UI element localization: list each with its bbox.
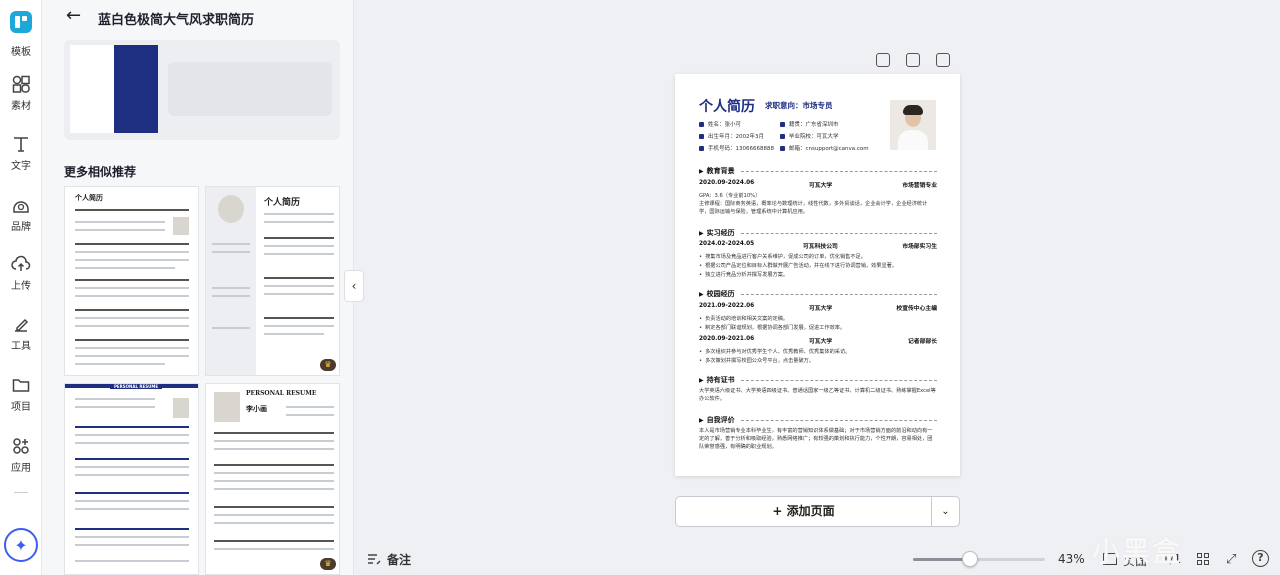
add-page-button[interactable]: + 添加页面 xyxy=(675,496,932,527)
folder-icon xyxy=(12,379,30,392)
info-phone: 手机号码：13066668888 xyxy=(699,144,774,152)
rail-label: 工具 xyxy=(11,341,31,352)
info-hometown: 籍贯：广东省深圳市 xyxy=(780,120,839,128)
page-toolbar xyxy=(876,52,956,70)
section-rule xyxy=(741,380,937,381)
upload-icon xyxy=(11,255,31,271)
rail-item-elements[interactable]: 素材 xyxy=(0,74,42,112)
template-panel: ← 蓝白色极简大气风求职简历 更多相似推荐 个人简历 个人简历 ♛ PERSON… xyxy=(42,0,354,575)
chevron-down-icon: ⌄ xyxy=(941,506,950,517)
template-title: PERSONAL RESUME xyxy=(246,390,317,397)
add-page-icon[interactable] xyxy=(936,53,950,67)
rail-item-projects[interactable]: 项目 xyxy=(0,375,42,413)
campus-row: 2021.09-2022.06 可瓦大学 校宣传中心主编 xyxy=(699,303,937,312)
rail-label: 品牌 xyxy=(11,222,31,233)
template-title: 个人简历 xyxy=(264,198,301,208)
rail-item-brand[interactable]: 品牌 xyxy=(0,195,42,233)
internship-bullet: 根据公司产品定位和目标人群做开展广告活动，并在线下进行协调营销，效果显著。 xyxy=(699,262,937,270)
section-education: 教育背景 xyxy=(699,166,735,176)
add-page-dropdown[interactable]: ⌄ xyxy=(932,496,960,527)
info-birth: 出生年月：2002年3月 xyxy=(699,132,764,140)
fullscreen-icon[interactable]: ⤢ xyxy=(1226,552,1236,567)
info-email: 邮箱：cnsupport@canva.com xyxy=(780,144,869,152)
rail-item-apps[interactable]: 应用 xyxy=(0,436,42,474)
rail-item-text[interactable]: 文字 xyxy=(0,134,42,172)
notes-icon[interactable] xyxy=(367,553,381,565)
section-self: 自我评价 xyxy=(699,415,735,425)
resume-page[interactable]: 个人简历 求职意向：市场专员 姓名：张小可 籍贯：广东省深圳市 出生年月：200… xyxy=(675,74,960,476)
section-campus: 校园经历 xyxy=(699,289,735,299)
info-name: 姓名：张小可 xyxy=(699,120,741,128)
education-row: 2020.09-2024.06 可瓦大学 市场营销专业 xyxy=(699,180,937,189)
app-logo[interactable] xyxy=(10,11,32,33)
self-text: 本人是市场营销专业本科毕业生，有丰富的营销知识体系做基础；对于市场营销方面的前沿… xyxy=(699,428,933,450)
rail-item-tools[interactable]: 工具 xyxy=(0,314,42,352)
lock-icon[interactable] xyxy=(876,53,890,67)
campus-bullet: 多次策划并撰写校园公众号平台，点击量破万。 xyxy=(699,357,937,365)
rail-item-upload[interactable]: 上传 xyxy=(0,254,42,292)
campus-row: 2020.09-2021.06 可瓦大学 记者部部长 xyxy=(699,336,937,345)
zoom-slider-handle[interactable] xyxy=(961,551,978,567)
apps-icon xyxy=(13,438,29,454)
rail-label: 上传 xyxy=(11,281,31,292)
education-gpa: GPA：3.6（专业前10%） xyxy=(699,193,761,199)
grid-view-icon[interactable] xyxy=(1197,553,1210,566)
duplicate-page-icon[interactable] xyxy=(906,53,920,67)
watermark: 小黑盒 xyxy=(1092,535,1183,568)
resume-photo xyxy=(890,100,936,150)
rail-label: 项目 xyxy=(11,402,31,413)
template-name: 李小画 xyxy=(246,405,267,413)
internship-row: 2024.02-2024.05 可瓦科技公司 市场部实习生 xyxy=(699,241,937,250)
text-icon xyxy=(14,137,28,152)
help-icon[interactable]: ? xyxy=(1252,550,1269,567)
editor-app: 模板 素材 文字 品牌 上传 工具 项目 应用 ✦ ← 蓝白色极简大气风求职简历… xyxy=(0,0,1280,575)
current-template-card[interactable] xyxy=(64,40,340,140)
rail-item-templates[interactable]: 模板 xyxy=(0,40,42,58)
back-arrow-icon[interactable]: ← xyxy=(66,6,86,26)
internship-bullet: 独立进行竞品分析并撰写发展方案。 xyxy=(699,271,937,279)
rail-label: 模板 xyxy=(11,47,31,58)
zoom-slider[interactable] xyxy=(913,558,1045,561)
canvas-area: 个人简历 求职意向：市场专员 姓名：张小可 籍贯：广东省深圳市 出生年月：200… xyxy=(354,0,1280,575)
section-internship: 实习经历 xyxy=(699,228,735,238)
campus-bullet: 负责活动的培训和相关文案的定稿。 xyxy=(699,315,937,323)
section-title: 更多相似推荐 xyxy=(64,165,137,179)
template-card[interactable]: PERSONAL RESUME 李小画 ♛ xyxy=(205,383,340,575)
section-rule xyxy=(741,233,937,234)
magic-assistant-button[interactable]: ✦ xyxy=(4,528,38,562)
info-school: 毕业院校：可瓦大学 xyxy=(780,132,839,140)
sparkle-icon: ✦ xyxy=(14,535,28,555)
template-title: 个人简历 xyxy=(75,194,103,202)
template-card[interactable]: 个人简历 ♛ xyxy=(205,186,340,376)
template-card[interactable]: PERSONAL RESUME xyxy=(64,383,199,575)
resume-intent: 求职意向：市场专员 xyxy=(765,101,833,110)
brand-icon xyxy=(13,201,29,213)
divider xyxy=(14,492,28,493)
notes-button[interactable]: 备注 xyxy=(387,551,411,568)
campus-bullet: 多次组织并参与对优秀学生个人、优秀教师、优秀集体的采访。 xyxy=(699,348,937,356)
rail-label: 应用 xyxy=(11,463,31,474)
rail-label: 素材 xyxy=(11,101,31,112)
certs-text: 大学英语六级证书、大学英语四级证书、普通话国家一级乙等证书、计算机二级证书、熟练… xyxy=(699,388,936,402)
zoom-percent[interactable]: 43% xyxy=(1058,552,1085,566)
template-card[interactable]: 个人简历 xyxy=(64,186,199,376)
rail-label: 文字 xyxy=(11,161,31,172)
premium-crown-icon: ♛ xyxy=(320,558,336,570)
section-certs: 持有证书 xyxy=(699,375,735,385)
premium-crown-icon: ♛ xyxy=(320,359,336,371)
left-rail: 模板 素材 文字 品牌 上传 工具 项目 应用 ✦ xyxy=(0,0,42,575)
current-template-thumbnail xyxy=(70,45,158,133)
elements-icon xyxy=(12,75,30,93)
tools-icon xyxy=(15,318,29,332)
campus-bullet: 制定各部门联谊规划，根据协调各部门发展，促进工作效率。 xyxy=(699,324,937,332)
panel-title: 蓝白色极简大气风求职简历 xyxy=(98,13,255,28)
resume-title: 个人简历 xyxy=(699,99,755,115)
section-rule xyxy=(741,294,937,295)
loading-placeholder xyxy=(168,62,332,116)
internship-bullet: 搜集市场及竞品进行客户关系维护，促成公司的订单，优化销售不足。 xyxy=(699,253,937,261)
section-rule xyxy=(741,420,937,421)
section-rule xyxy=(741,171,937,172)
education-courses: 主修课程：国际商务英语，概率论与数理统计，线性代数，多外贸谈话，企业会计学，企业… xyxy=(699,201,928,215)
template-title: PERSONAL RESUME xyxy=(110,384,163,389)
